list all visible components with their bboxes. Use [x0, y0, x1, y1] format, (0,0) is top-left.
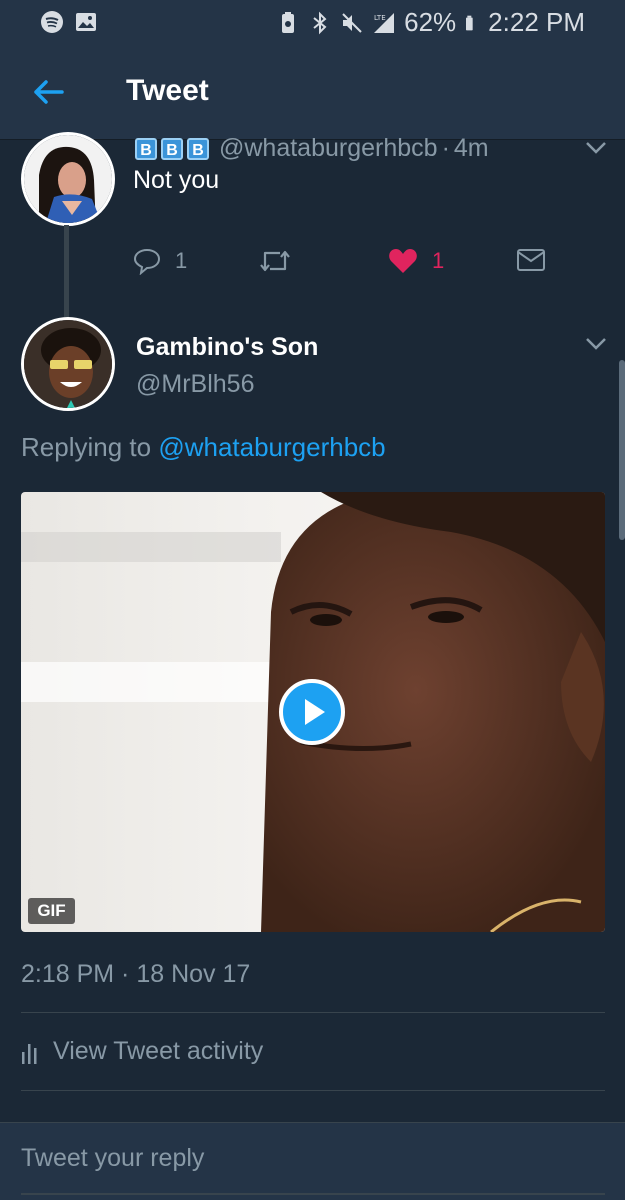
status-bar: LTE 62% 2:22 PM	[0, 0, 625, 44]
previous-tweet-handle[interactable]: @whataburgerhbcb	[219, 134, 438, 163]
play-icon	[305, 699, 325, 725]
view-tweet-activity-label: View Tweet activity	[53, 1037, 264, 1065]
status-bar-system: LTE 62% 2:22 PM	[276, 7, 585, 38]
battery-icon	[466, 15, 473, 30]
previous-tweet-text: Not you	[133, 166, 220, 194]
reply-icon	[133, 248, 161, 275]
author-name[interactable]: Gambino's Son	[136, 333, 318, 362]
like-action[interactable]: 1	[388, 247, 444, 275]
previous-tweet-time: 4m	[453, 134, 489, 162]
reply-input[interactable]	[21, 1123, 605, 1195]
direct-message-action[interactable]	[516, 247, 546, 273]
mute-icon	[342, 12, 362, 33]
view-tweet-activity-button[interactable]: View Tweet activity	[21, 1037, 263, 1066]
author-handle[interactable]: @MrBlh56	[136, 370, 254, 399]
retweet-action[interactable]	[258, 247, 292, 275]
scrollbar-thumb[interactable]	[619, 360, 625, 540]
app-bar: Tweet	[0, 44, 625, 140]
page-title: Tweet	[126, 74, 209, 107]
reply-action[interactable]: 1	[133, 247, 187, 275]
heart-icon	[389, 249, 417, 273]
chevron-down-icon[interactable]	[584, 336, 608, 352]
b-emoji-badge: B	[135, 137, 157, 160]
like-count: 1	[432, 248, 445, 273]
bluetooth-icon	[313, 11, 327, 34]
reply-count: 1	[175, 248, 188, 273]
battery-percent: 62%	[404, 7, 457, 37]
replying-to-handle-link[interactable]: @whataburgerhbcb	[158, 432, 385, 462]
retweet-icon	[260, 250, 290, 272]
status-time: 2:22 PM	[488, 7, 585, 37]
battery-saver-icon	[282, 11, 295, 33]
previous-tweet-header: B B B @whataburgerhbcb · 4m	[135, 134, 489, 163]
play-button[interactable]	[279, 679, 345, 745]
divider	[21, 1090, 605, 1091]
spotify-icon	[41, 11, 63, 33]
tweet-timestamp: 2:18 PM · 18 Nov 17	[21, 960, 251, 988]
analytics-icon	[22, 1043, 37, 1064]
avatar-image	[24, 320, 112, 408]
status-bar-notifications	[40, 10, 98, 34]
back-arrow-icon[interactable]	[30, 74, 66, 110]
b-emoji-badge: B	[187, 137, 209, 160]
b-emoji-badge: B	[161, 137, 183, 160]
envelope-icon	[517, 249, 545, 271]
previous-tweet-actions: 1 1	[0, 247, 625, 279]
lte-signal-icon: LTE	[374, 12, 395, 33]
previous-tweet-avatar[interactable]	[21, 132, 115, 226]
gif-badge: GIF	[28, 898, 75, 924]
author-avatar[interactable]	[21, 317, 115, 411]
replying-to-line: Replying to @whataburgerhbcb	[21, 432, 386, 463]
divider	[21, 1012, 605, 1013]
avatar-image	[24, 135, 112, 223]
svg-text:LTE: LTE	[374, 14, 386, 22]
gif-media[interactable]: GIF	[21, 492, 605, 932]
separator-dot: ·	[441, 134, 450, 162]
replying-to-label: Replying to	[21, 432, 152, 462]
chevron-down-icon[interactable]	[584, 140, 608, 156]
image-icon	[76, 13, 96, 31]
reply-composer	[0, 1122, 625, 1200]
